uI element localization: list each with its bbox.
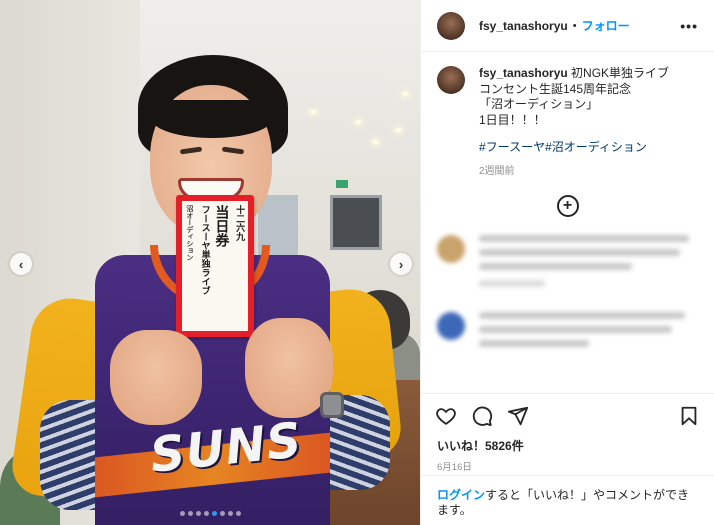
carousel-dot xyxy=(179,511,185,516)
blurred-avatar xyxy=(437,312,465,340)
login-prompt: ログインすると「いいね！」やコメントができます。 xyxy=(421,475,714,525)
carousel-dot xyxy=(203,511,209,516)
carousel-prev-button[interactable]: ‹ xyxy=(10,253,32,275)
chevron-left-icon: ‹ xyxy=(18,256,24,272)
comments-area: fsy_tanashoryu 初NGK単独ライブ コンセント生誕145周年記念 … xyxy=(421,52,714,393)
ceiling-light xyxy=(402,92,409,96)
hashtags: #フースーヤ#沼オーディション xyxy=(479,140,669,156)
carousel-next-button[interactable]: › xyxy=(390,253,412,275)
likes-count[interactable]: いいね！5826件 xyxy=(421,437,714,455)
action-bar xyxy=(421,393,714,437)
ceiling-light xyxy=(395,128,402,132)
post-photo[interactable]: SUNS 十二六九 当日券 フースーヤ単独ライブ 沼オーディション ‹ › xyxy=(0,0,420,525)
heart-icon[interactable] xyxy=(433,403,459,429)
instagram-post: SUNS 十二六九 当日券 フースーヤ単独ライブ 沼オーディション ‹ › fs… xyxy=(0,0,714,525)
header-separator: • xyxy=(572,19,577,32)
post-date[interactable]: 6月16日 xyxy=(421,455,714,475)
hashtag-link[interactable]: #沼オーディション xyxy=(545,140,647,154)
login-link[interactable]: ログイン xyxy=(437,488,485,502)
plus-circle-icon[interactable]: + xyxy=(556,195,579,217)
chevron-right-icon: › xyxy=(398,256,404,272)
wristwatch xyxy=(320,392,344,418)
ceiling-light xyxy=(372,140,379,144)
comment-icon[interactable] xyxy=(469,403,495,429)
red-ticket-card: 十二六九 当日券 フースーヤ単独ライブ 沼オーディション xyxy=(176,195,254,337)
exit-sign xyxy=(336,180,348,188)
ceiling-light xyxy=(310,110,317,114)
ticket-text-date: 十二六九 xyxy=(234,205,245,241)
caption-text-1: 初NGK単独ライブ xyxy=(571,66,670,80)
carousel-dot xyxy=(195,511,201,516)
blurred-comment xyxy=(437,235,698,294)
more-horizontal-icon[interactable]: ••• xyxy=(680,18,698,34)
blurred-avatar xyxy=(437,235,465,263)
caption: fsy_tanashoryu 初NGK単独ライブ コンセント生誕145周年記念 … xyxy=(437,66,698,179)
ticket-text-title: フースーヤ単独ライブ xyxy=(199,205,210,295)
ceiling-light xyxy=(355,120,362,124)
caption-avatar[interactable] xyxy=(437,66,465,94)
ticket-text-main: 当日券 xyxy=(213,205,230,247)
caption-body: fsy_tanashoryu 初NGK単独ライブ コンセント生誕145周年記念 … xyxy=(479,66,669,179)
carousel-dot xyxy=(227,511,233,516)
bookmark-icon[interactable] xyxy=(676,403,702,429)
hair-fringe xyxy=(152,100,272,138)
blurred-text xyxy=(479,235,698,294)
hand-left xyxy=(110,330,202,425)
caption-username[interactable]: fsy_tanashoryu xyxy=(479,66,568,80)
post-header: fsy_tanashoryu • フォロー ••• xyxy=(421,0,714,52)
ticket-paper: 十二六九 当日券 フースーヤ単独ライブ 沼オーディション xyxy=(182,201,248,331)
carousel-dot xyxy=(219,511,225,516)
caption-text-3: 「沼オーディション」 xyxy=(479,97,599,111)
carousel-dot xyxy=(187,511,193,516)
hashtag-link[interactable]: #フースーヤ xyxy=(479,140,545,154)
ticket-text-sub: 沼オーディション xyxy=(185,205,195,261)
caption-text-2: コンセント生誕145周年記念 xyxy=(479,81,632,96)
caption-timestamp[interactable]: 2週間前 xyxy=(479,164,669,180)
carousel-dots xyxy=(0,511,420,516)
post-side-panel: fsy_tanashoryu • フォロー ••• fsy_tanashoryu… xyxy=(420,0,714,525)
carousel-dot xyxy=(235,511,241,516)
background-door xyxy=(330,195,382,250)
caption-line-1: fsy_tanashoryu 初NGK単独ライブ xyxy=(479,66,669,82)
carousel-dot xyxy=(211,511,217,516)
follow-button[interactable]: フォロー xyxy=(582,17,630,34)
blurred-comment xyxy=(437,312,698,354)
blurred-text xyxy=(479,312,698,354)
caption-text-4: 1日目！！！ xyxy=(479,112,546,127)
send-icon[interactable] xyxy=(505,403,531,429)
header-username[interactable]: fsy_tanashoryu xyxy=(479,19,568,33)
avatar[interactable] xyxy=(437,11,465,40)
